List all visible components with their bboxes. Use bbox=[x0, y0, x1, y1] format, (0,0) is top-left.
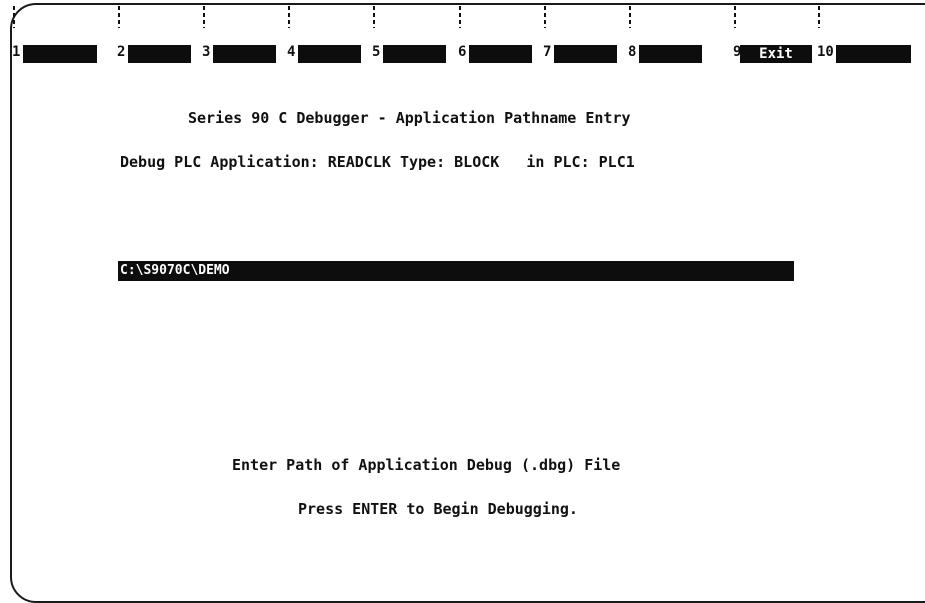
function-key-number: 7 bbox=[543, 44, 552, 60]
function-key-number: 10 bbox=[817, 44, 834, 60]
function-key-number: 6 bbox=[458, 44, 467, 60]
enter-hint-text: Press ENTER to Begin Debugging. bbox=[298, 500, 578, 518]
function-key-number: 5 bbox=[372, 44, 381, 60]
key-divider bbox=[459, 6, 461, 28]
function-key-label bbox=[836, 45, 911, 63]
function-key-bar: 1 2 3 4 5 6 7 8 9 Exit 10 bbox=[0, 0, 925, 70]
function-key-label bbox=[469, 45, 532, 63]
function-key-label bbox=[23, 45, 97, 63]
key-divider bbox=[818, 6, 820, 28]
key-divider bbox=[734, 6, 736, 28]
function-key-label bbox=[554, 45, 617, 63]
key-divider bbox=[288, 6, 290, 28]
function-key-label bbox=[639, 45, 702, 63]
key-divider bbox=[373, 6, 375, 28]
function-key-number: 4 bbox=[287, 44, 296, 60]
key-divider bbox=[118, 6, 120, 28]
function-key-number: 3 bbox=[202, 44, 211, 60]
key-divider bbox=[629, 6, 631, 28]
function-key-number: 1 bbox=[12, 44, 21, 60]
function-key-label bbox=[298, 45, 361, 63]
key-divider bbox=[13, 6, 15, 28]
key-divider bbox=[544, 6, 546, 28]
key-divider bbox=[203, 6, 205, 28]
exit-button[interactable]: Exit bbox=[740, 45, 812, 63]
function-key-label bbox=[383, 45, 446, 63]
function-key-label bbox=[128, 45, 191, 63]
function-key-number: 2 bbox=[117, 44, 126, 60]
prompt-text: Enter Path of Application Debug (.dbg) F… bbox=[232, 456, 621, 474]
function-key-label bbox=[213, 45, 276, 63]
debug-application-info: Debug PLC Application: READCLK Type: BLO… bbox=[120, 153, 635, 171]
page-title: Series 90 C Debugger - Application Pathn… bbox=[188, 109, 631, 127]
function-key-number: 8 bbox=[628, 44, 637, 60]
pathname-input[interactable]: C:\S9070C\DEMO bbox=[118, 261, 794, 281]
